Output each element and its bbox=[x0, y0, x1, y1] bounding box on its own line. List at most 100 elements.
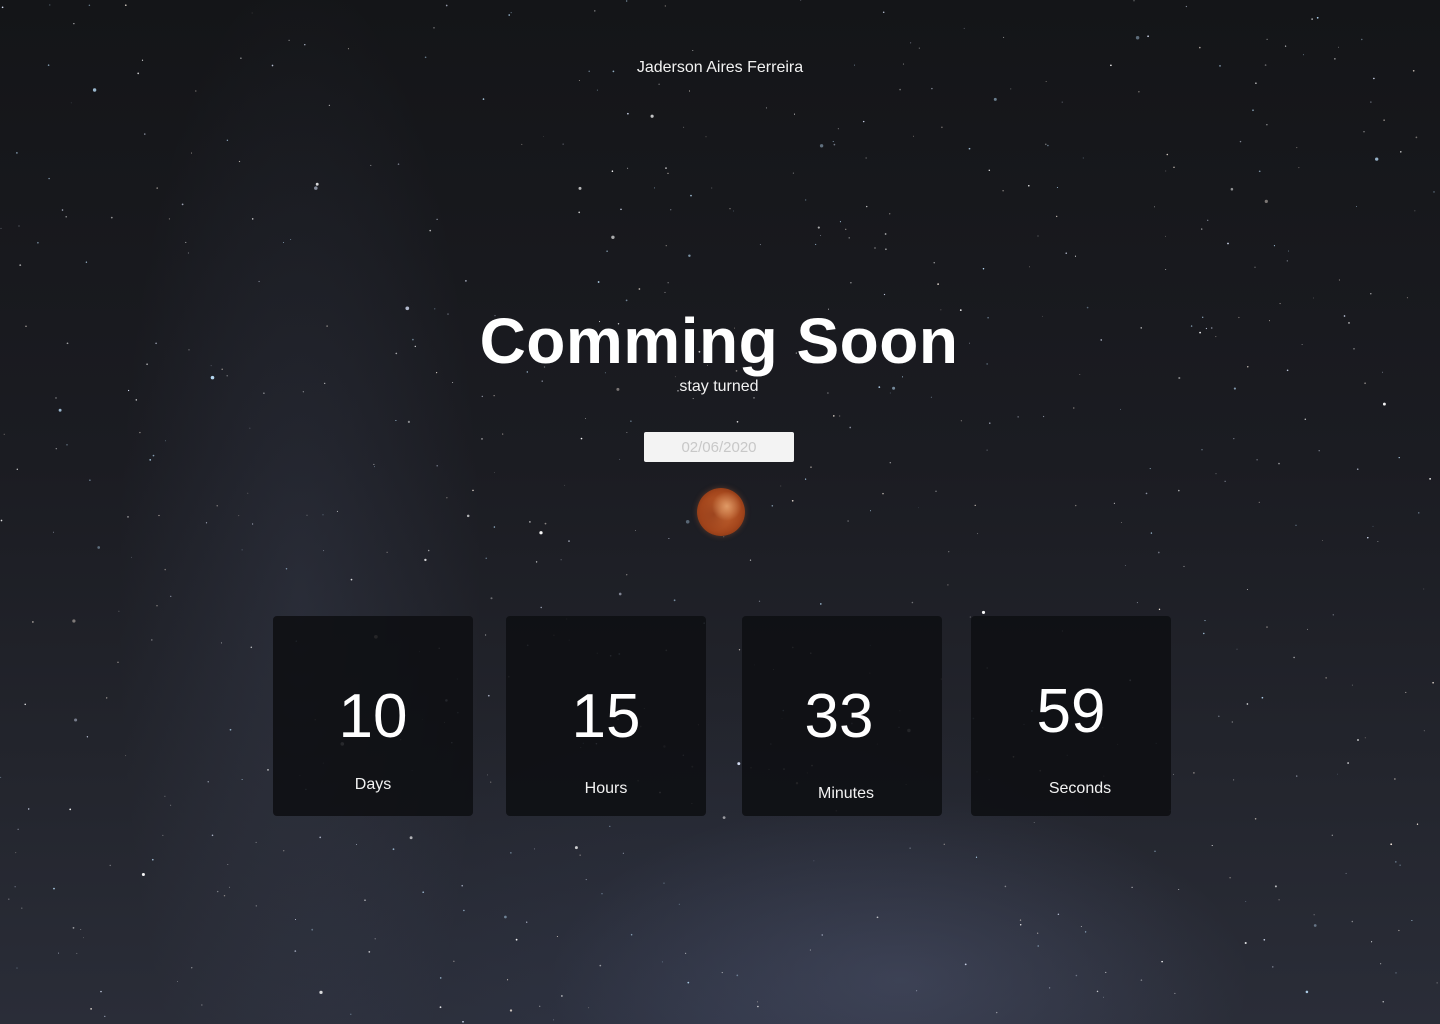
star bbox=[250, 646, 253, 649]
star bbox=[1245, 901, 1247, 902]
star bbox=[1416, 823, 1419, 825]
star bbox=[100, 990, 102, 993]
star bbox=[1178, 489, 1180, 492]
star bbox=[1394, 861, 1397, 863]
star bbox=[833, 143, 836, 146]
star bbox=[664, 291, 666, 293]
star bbox=[1370, 101, 1372, 103]
star bbox=[664, 5, 666, 7]
star bbox=[817, 226, 820, 229]
star bbox=[820, 235, 822, 236]
star bbox=[97, 546, 101, 549]
star bbox=[247, 492, 249, 494]
star bbox=[290, 239, 292, 241]
star bbox=[556, 935, 558, 938]
star bbox=[1056, 215, 1058, 218]
date-input[interactable] bbox=[644, 432, 794, 462]
star bbox=[185, 241, 187, 243]
star bbox=[1201, 449, 1203, 451]
star bbox=[521, 143, 523, 145]
star bbox=[837, 128, 839, 130]
author-name: Jaderson Aires Ferreira bbox=[636, 59, 804, 76]
star bbox=[805, 199, 807, 201]
star bbox=[306, 514, 308, 516]
star bbox=[0, 519, 3, 522]
star bbox=[1166, 153, 1169, 156]
star bbox=[654, 187, 656, 189]
star bbox=[665, 167, 667, 169]
star bbox=[19, 264, 22, 266]
star bbox=[319, 990, 323, 995]
star bbox=[982, 267, 985, 270]
star bbox=[216, 890, 219, 893]
star bbox=[433, 27, 435, 29]
star bbox=[723, 536, 725, 538]
star bbox=[988, 169, 991, 172]
star bbox=[1272, 966, 1274, 968]
star bbox=[553, 1019, 555, 1021]
star bbox=[1204, 620, 1206, 622]
star bbox=[865, 157, 867, 159]
star bbox=[1165, 268, 1167, 270]
star bbox=[1124, 565, 1126, 566]
star bbox=[85, 261, 88, 263]
star bbox=[364, 899, 366, 901]
star bbox=[1154, 850, 1156, 852]
star bbox=[445, 4, 448, 7]
star bbox=[211, 834, 214, 837]
star bbox=[285, 568, 288, 570]
star bbox=[1288, 250, 1290, 252]
star bbox=[490, 781, 492, 783]
star bbox=[1382, 402, 1386, 406]
star bbox=[1045, 143, 1047, 146]
star bbox=[73, 23, 75, 25]
star bbox=[989, 422, 991, 424]
star bbox=[110, 216, 113, 219]
star bbox=[1131, 886, 1133, 889]
star bbox=[1173, 166, 1175, 169]
star bbox=[1406, 297, 1408, 299]
star bbox=[1252, 109, 1254, 112]
star bbox=[508, 14, 510, 16]
star bbox=[690, 194, 692, 197]
star bbox=[815, 243, 817, 245]
star bbox=[562, 143, 564, 145]
star bbox=[504, 915, 507, 919]
star bbox=[328, 104, 331, 107]
star bbox=[1351, 684, 1353, 686]
star bbox=[1165, 170, 1167, 172]
star bbox=[24, 703, 26, 706]
star bbox=[162, 834, 164, 836]
star bbox=[66, 444, 68, 446]
star bbox=[118, 610, 120, 612]
star bbox=[386, 551, 388, 553]
star bbox=[1075, 974, 1078, 977]
star bbox=[684, 952, 687, 955]
star bbox=[1230, 187, 1234, 191]
star bbox=[993, 97, 997, 101]
star bbox=[673, 599, 676, 602]
star bbox=[319, 836, 322, 839]
star bbox=[821, 934, 823, 936]
star bbox=[1103, 996, 1104, 998]
star bbox=[757, 1005, 759, 1008]
star bbox=[1313, 914, 1315, 916]
moon-image bbox=[697, 488, 745, 536]
star bbox=[374, 938, 376, 940]
star bbox=[913, 135, 915, 137]
star bbox=[611, 170, 614, 172]
star bbox=[1157, 551, 1160, 554]
star bbox=[909, 847, 911, 849]
star bbox=[124, 4, 127, 7]
star bbox=[722, 816, 726, 819]
star bbox=[1136, 602, 1138, 604]
star bbox=[314, 186, 318, 190]
star bbox=[638, 288, 641, 290]
star bbox=[1303, 54, 1305, 56]
star bbox=[1073, 407, 1075, 409]
star bbox=[1364, 737, 1366, 739]
star bbox=[216, 505, 218, 507]
star bbox=[876, 916, 879, 919]
star bbox=[845, 228, 847, 230]
star bbox=[55, 448, 57, 450]
